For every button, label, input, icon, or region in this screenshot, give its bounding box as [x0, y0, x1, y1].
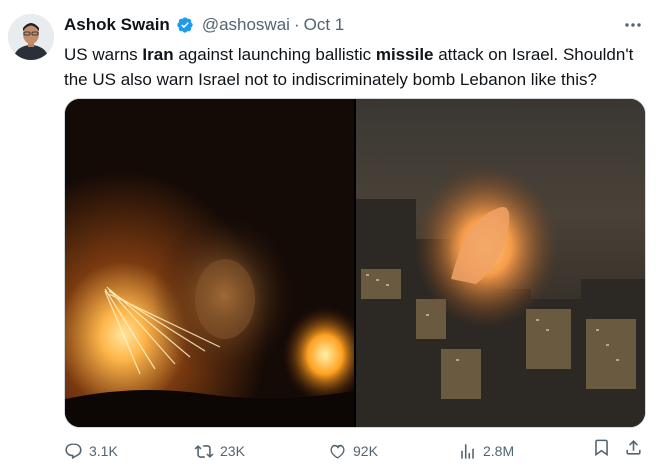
tweet[interactable]: Ashok Swain @ashoswai · Oct 1 US warns I…: [0, 0, 658, 470]
tweet-header: Ashok Swain @ashoswai · Oct 1: [64, 14, 344, 36]
tweet-date[interactable]: Oct 1: [304, 14, 345, 36]
views-button[interactable]: 2.8M: [458, 438, 514, 464]
reply-count: 3.1K: [89, 443, 118, 459]
tweet-text-part2: against launching ballistic: [173, 45, 376, 64]
bookmark-icon: [592, 438, 611, 457]
tweet-text-part1: US warns: [64, 45, 143, 64]
repost-button[interactable]: 23K: [194, 438, 245, 464]
author-name[interactable]: Ashok Swain: [64, 14, 170, 36]
share-button[interactable]: [624, 438, 643, 457]
like-count: 92K: [353, 443, 378, 459]
tweet-text: US warns Iran against launching ballisti…: [64, 42, 650, 92]
more-options-icon[interactable]: [622, 14, 644, 36]
bookmark-button[interactable]: [592, 438, 611, 457]
like-button[interactable]: 92K: [328, 438, 378, 464]
media-grid: [64, 98, 646, 428]
verified-badge-icon[interactable]: [176, 16, 194, 34]
share-icon: [624, 438, 643, 457]
avatar[interactable]: [8, 14, 54, 60]
repost-count: 23K: [220, 443, 245, 459]
action-bar: 3.1K 23K 92K 2.8M: [64, 438, 646, 464]
media-photo-2[interactable]: [356, 99, 645, 427]
heart-icon: [328, 442, 347, 461]
media-photo-1[interactable]: [65, 99, 354, 427]
tweet-text-bold-missile: missile: [375, 45, 434, 64]
author-handle[interactable]: @ashoswai: [202, 14, 290, 36]
reply-icon: [64, 442, 83, 461]
views-count: 2.8M: [483, 443, 515, 459]
repost-icon: [194, 442, 214, 461]
tweet-text-bold-iran: Iran: [142, 45, 174, 64]
analytics-icon: [458, 442, 477, 461]
separator-dot: ·: [293, 15, 300, 34]
reply-button[interactable]: 3.1K: [64, 438, 118, 464]
